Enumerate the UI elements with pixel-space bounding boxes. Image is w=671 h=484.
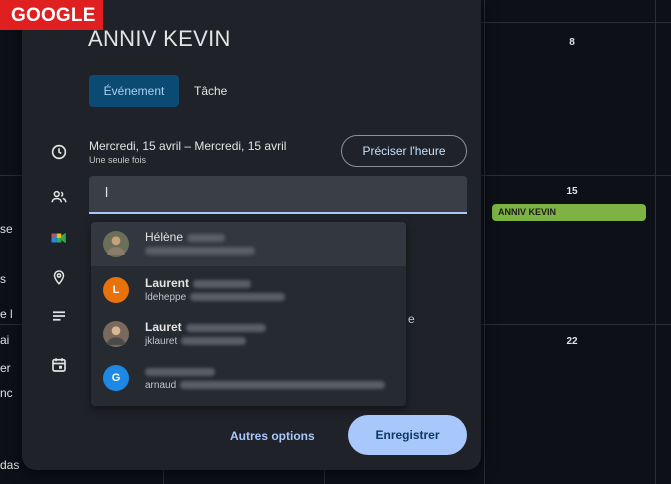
suggestion-email: ldeheppe bbox=[145, 292, 286, 303]
more-options-button[interactable]: Autres options bbox=[230, 423, 315, 449]
background-text: er bbox=[0, 361, 11, 375]
grid-line bbox=[480, 22, 671, 23]
repeat-setting[interactable]: Une seule fois bbox=[89, 155, 146, 165]
suggestion-item[interactable]: G arnaud bbox=[91, 356, 406, 400]
people-icon bbox=[50, 188, 68, 206]
suggestion-item[interactable]: L Laurent ldeheppe bbox=[91, 268, 406, 312]
day-number[interactable]: 8 bbox=[552, 37, 592, 48]
tab-task[interactable]: Tâche bbox=[188, 75, 233, 107]
avatar bbox=[103, 321, 129, 347]
suggestion-name: Lauret bbox=[145, 320, 266, 334]
source-badge: GOOGLE bbox=[0, 0, 103, 30]
save-button[interactable]: Enregistrer bbox=[348, 415, 467, 455]
suggestion-email: arnaud bbox=[145, 380, 386, 391]
guest-input[interactable]: l bbox=[89, 176, 467, 214]
event-chip[interactable]: ANNIV KEVIN bbox=[492, 204, 646, 221]
suggestion-name bbox=[145, 364, 215, 378]
background-text: das bbox=[0, 458, 20, 472]
suggestion-email bbox=[145, 246, 255, 257]
avatar: L bbox=[103, 277, 129, 303]
meet-icon[interactable] bbox=[50, 229, 68, 247]
background-text: se bbox=[0, 222, 13, 236]
background-text: e l bbox=[0, 307, 13, 321]
tab-event[interactable]: Événement bbox=[89, 75, 179, 107]
background-text: ai bbox=[0, 333, 10, 347]
event-title[interactable]: ANNIV KEVIN bbox=[88, 26, 231, 52]
date-range[interactable]: Mercredi, 15 avril – Mercredi, 15 avril bbox=[89, 139, 286, 153]
grid-line bbox=[655, 0, 656, 484]
suggestion-item[interactable]: Lauret jklauret bbox=[91, 312, 406, 356]
guest-suggestions: Hélène L Laurent ldeheppe Lauret jklaure… bbox=[91, 222, 406, 406]
calendar-icon bbox=[50, 356, 68, 374]
description-icon bbox=[50, 307, 68, 325]
avatar bbox=[103, 231, 129, 257]
day-number[interactable]: 22 bbox=[552, 336, 592, 347]
suggestion-name: Laurent bbox=[145, 276, 252, 290]
location-icon bbox=[50, 268, 68, 286]
background-text: s bbox=[0, 272, 6, 286]
background-text: e bbox=[408, 312, 415, 326]
suggestion-name: Hélène bbox=[145, 230, 226, 244]
precise-time-button[interactable]: Préciser l'heure bbox=[341, 135, 467, 167]
day-number[interactable]: 15 bbox=[552, 186, 592, 197]
grid-line bbox=[484, 0, 485, 484]
suggestion-email: jklauret bbox=[145, 336, 247, 347]
background-text: nc bbox=[0, 386, 13, 400]
avatar: G bbox=[103, 365, 129, 391]
suggestion-item[interactable]: Hélène bbox=[91, 222, 406, 266]
clock-icon bbox=[50, 143, 68, 161]
